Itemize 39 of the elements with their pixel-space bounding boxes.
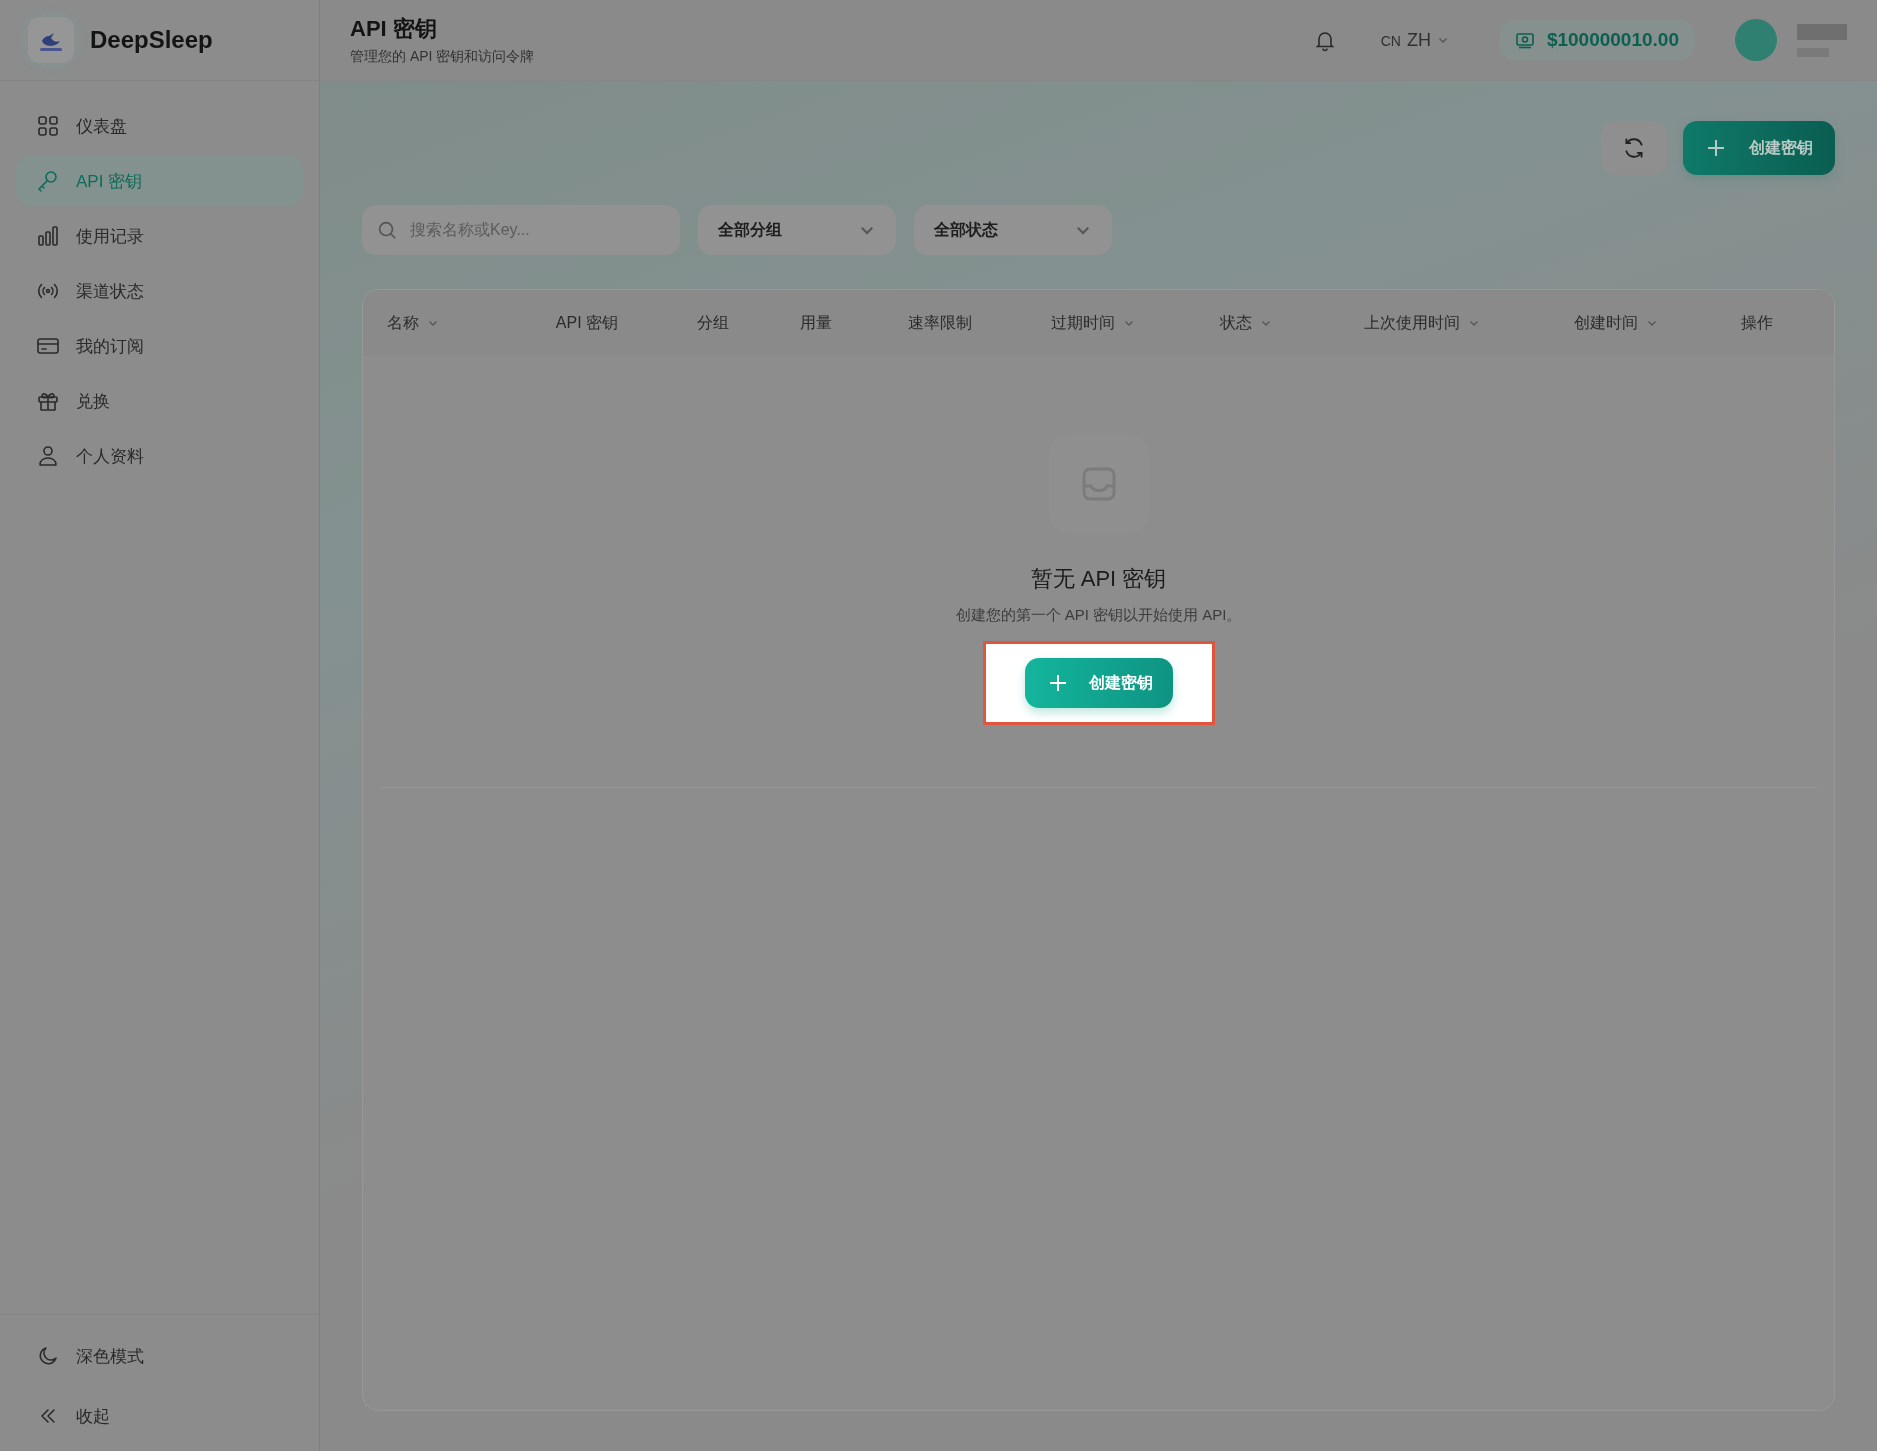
page-title: API 密钥 [350, 15, 438, 43]
sidebar-item[interactable]: 使用记录 [16, 211, 303, 261]
sidebar-item[interactable]: 我的订阅 [16, 321, 303, 371]
language-selector[interactable]: CN ZH [1380, 29, 1449, 51]
column-header[interactable]: 上次使用时间 [1316, 312, 1528, 334]
sidebar-item[interactable]: 兑换 [16, 376, 303, 426]
page-subtitle: 管理您的 API 密钥和访问令牌 [350, 48, 536, 66]
sidebar-item[interactable]: 个人资料 [16, 431, 303, 481]
filter-dropdown[interactable]: 全部状态 [914, 205, 1112, 255]
redacted-username [1797, 23, 1847, 57]
column-header[interactable]: 过期时间 [1010, 312, 1175, 334]
brand-name: DeepSleep [90, 26, 213, 54]
column-header: 用量 [799, 312, 834, 333]
empty-description: 创建您的第一个 API 密钥以开始使用 API。 [955, 606, 1242, 625]
column-header: 速率限制 [906, 312, 973, 333]
column-header: 操作 [1740, 312, 1775, 333]
column-header[interactable]: 名称 [387, 312, 511, 334]
sidebar-item[interactable]: 深色模式 [16, 1331, 303, 1381]
bar-chart-icon [36, 224, 60, 248]
empty-title: 暂无 API 密钥 [1030, 565, 1167, 593]
balance-badge: $100000010.00 [1498, 19, 1695, 61]
sidebar-item[interactable]: 收起 [16, 1391, 303, 1441]
refresh-button[interactable] [1601, 121, 1667, 175]
column-header: API 密钥 [554, 312, 620, 333]
column-header[interactable]: 状态 [1174, 312, 1317, 334]
column-header: 分组 [696, 312, 731, 333]
grid-icon [36, 114, 60, 138]
sidebar-item[interactable]: 仪表盘 [16, 101, 303, 151]
whale-logo-icon [28, 17, 74, 63]
filter-dropdown[interactable]: 全部分组 [698, 205, 896, 255]
money-icon [1514, 30, 1535, 50]
create-key-button[interactable]: 创建密钥 [1683, 121, 1835, 175]
sidebar-item[interactable]: 渠道状态 [16, 266, 303, 316]
key-icon [36, 169, 60, 193]
plus-icon [1705, 137, 1727, 159]
user-icon [36, 444, 60, 468]
search-icon [376, 219, 398, 241]
create-key-button[interactable]: 创建密钥 [1024, 658, 1173, 708]
column-header[interactable]: 创建时间 [1527, 312, 1705, 334]
